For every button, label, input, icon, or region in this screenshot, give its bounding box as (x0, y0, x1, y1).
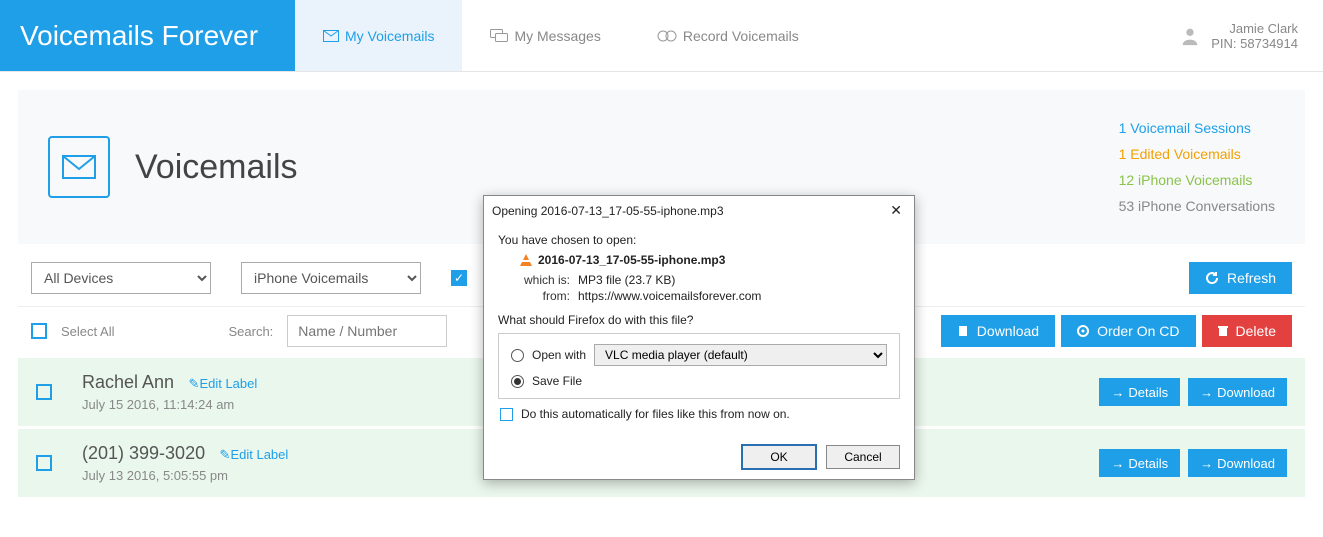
which-is-label: which is: (520, 273, 570, 287)
dialog-titlebar: Opening 2016-07-13_17-05-55-iphone.mp3 ✕ (484, 196, 914, 225)
type-select[interactable]: iPhone Voicemails (241, 262, 421, 294)
select-all-checkbox[interactable] (31, 323, 47, 339)
open-with-label: Open with (532, 348, 586, 362)
from-label: from: (520, 289, 570, 303)
order-cd-button[interactable]: Order On CD (1061, 315, 1195, 347)
delete-button[interactable]: Delete (1202, 315, 1292, 347)
nav-label: Record Voicemails (683, 28, 799, 44)
auto-label: Do this automatically for files like thi… (521, 407, 790, 421)
nav-label: My Messages (514, 28, 600, 44)
edit-label-link[interactable]: ✎Edit Label (220, 447, 289, 462)
row-download-button[interactable]: → Download (1188, 449, 1287, 477)
trash-icon (1218, 325, 1228, 337)
nav-my-messages[interactable]: My Messages (462, 0, 628, 71)
download-icon (957, 325, 969, 337)
open-with-select[interactable]: VLC media player (default) (594, 344, 887, 366)
dialog-title-text: Opening 2016-07-13_17-05-55-iphone.mp3 (492, 204, 724, 218)
refresh-button[interactable]: Refresh (1189, 262, 1292, 294)
cancel-button[interactable]: Cancel (826, 445, 900, 469)
nav-my-voicemails[interactable]: My Voicemails (295, 0, 462, 71)
dialog-action-group: Open with VLC media player (default) Sav… (498, 333, 900, 399)
save-file-label: Save File (532, 374, 582, 388)
envelope-icon (62, 155, 96, 179)
download-dialog: Opening 2016-07-13_17-05-55-iphone.mp3 ✕… (483, 195, 915, 480)
row-title: (201) 399-3020 (82, 443, 205, 464)
filter-checkbox[interactable]: ✓ (451, 270, 467, 286)
which-is-value: MP3 file (23.7 KB) (578, 273, 675, 287)
row-checkbox[interactable] (36, 384, 52, 400)
select-all-label: Select All (61, 324, 114, 339)
button-label: Download (977, 323, 1039, 339)
refresh-icon (1205, 271, 1219, 285)
button-label: Delete (1236, 323, 1276, 339)
auto-checkbox[interactable] (500, 408, 513, 421)
row-checkbox[interactable] (36, 455, 52, 471)
save-file-radio[interactable] (511, 375, 524, 388)
edit-label-link[interactable]: ✎Edit Label (189, 376, 258, 391)
vlc-cone-icon (520, 254, 532, 266)
user-name: Jamie Clark (1211, 21, 1298, 36)
stat-sessions[interactable]: 1 Voicemail Sessions (1119, 115, 1275, 141)
search-label: Search: (228, 324, 273, 339)
brand-logo[interactable]: Voicemails Forever (0, 0, 295, 71)
button-label: Order On CD (1097, 323, 1179, 339)
dialog-chosen-text: You have chosen to open: (498, 233, 900, 247)
top-nav: Voicemails Forever My Voicemails My Mess… (0, 0, 1323, 72)
stat-edited[interactable]: 1 Edited Voicemails (1119, 141, 1275, 167)
close-icon[interactable]: ✕ (886, 202, 906, 219)
ok-button[interactable]: OK (742, 445, 816, 469)
user-pin: PIN: 58734914 (1211, 36, 1298, 51)
record-icon (657, 30, 677, 42)
envelope-icon (323, 30, 339, 42)
search-input[interactable] (287, 315, 447, 347)
from-value: https://www.voicemailsforever.com (578, 289, 761, 303)
dialog-filename: 2016-07-13_17-05-55-iphone.mp3 (538, 253, 725, 267)
dialog-question: What should Firefox do with this file? (498, 313, 900, 327)
cd-icon (1077, 325, 1089, 337)
details-button[interactable]: → Details (1099, 378, 1180, 406)
pencil-icon: ✎ (189, 376, 200, 392)
user-icon (1179, 25, 1201, 47)
row-title: Rachel Ann (82, 372, 174, 393)
device-select[interactable]: All Devices (31, 262, 211, 294)
row-download-button[interactable]: → Download (1188, 378, 1287, 406)
chat-icon (490, 29, 508, 43)
open-with-radio[interactable] (511, 349, 524, 362)
page-title: Voicemails (135, 148, 298, 187)
stats-block: 1 Voicemail Sessions 1 Edited Voicemails… (1119, 115, 1275, 219)
refresh-label: Refresh (1227, 270, 1276, 286)
stat-iphone-conv[interactable]: 53 iPhone Conversations (1119, 193, 1275, 219)
nav-record[interactable]: Record Voicemails (629, 0, 827, 71)
page-icon-box (48, 136, 110, 198)
user-block[interactable]: Jamie Clark PIN: 58734914 (1154, 0, 1323, 71)
nav-label: My Voicemails (345, 28, 434, 44)
pencil-icon: ✎ (220, 447, 231, 463)
download-button[interactable]: Download (941, 315, 1055, 347)
details-button[interactable]: → Details (1099, 449, 1180, 477)
stat-iphone-vm[interactable]: 12 iPhone Voicemails (1119, 167, 1275, 193)
